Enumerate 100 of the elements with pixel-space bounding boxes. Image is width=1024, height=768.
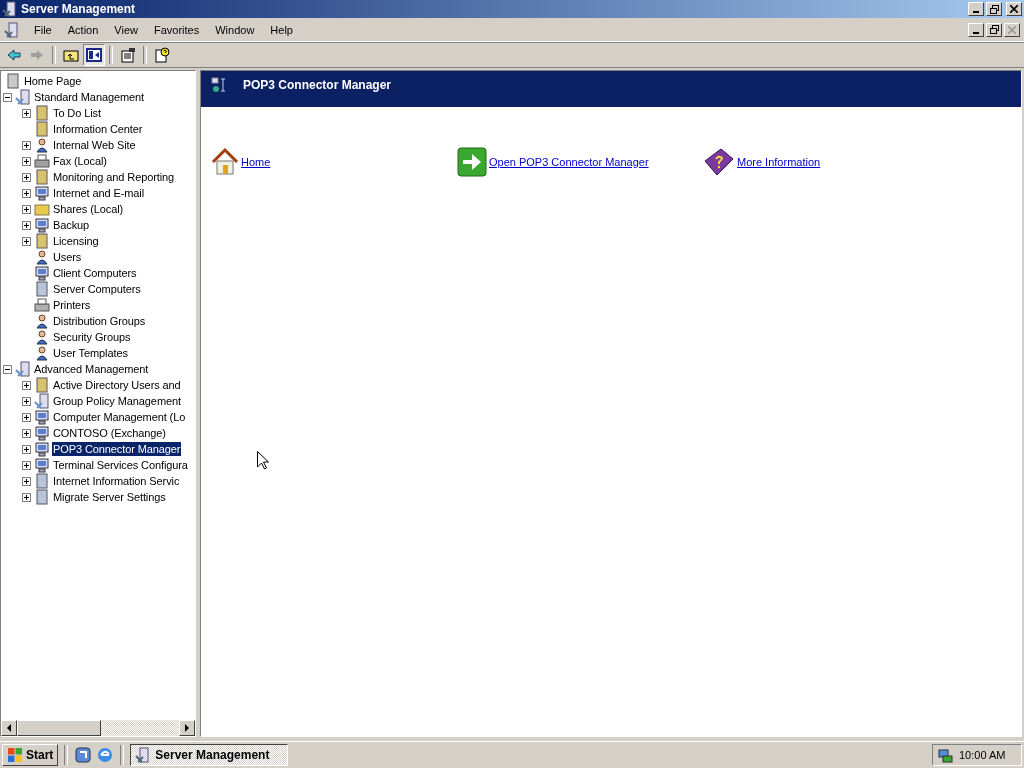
expand-toggle[interactable]: [22, 396, 31, 406]
tree-item[interactable]: Security Groups: [52, 330, 132, 344]
printer-icon: [34, 297, 50, 313]
menu-item[interactable]: Action: [59, 23, 107, 36]
expand-toggle[interactable]: [22, 492, 31, 502]
server-icon: [135, 747, 152, 763]
server-icon: [2, 1, 18, 17]
expand-toggle[interactable]: [22, 204, 31, 214]
computer-icon: [34, 441, 50, 457]
tree-item[interactable]: Fax (Local): [52, 154, 108, 168]
user-icon: [34, 249, 50, 265]
computer-icon: [34, 425, 50, 441]
expand-toggle[interactable]: [22, 108, 31, 118]
tree-item[interactable]: Server Computers: [52, 282, 142, 296]
mouse-cursor-icon: [257, 451, 269, 470]
close-icon: [1008, 25, 1016, 34]
tree-item[interactable]: Advanced Management: [33, 362, 150, 376]
minimize-button[interactable]: [968, 2, 984, 16]
expand-toggle[interactable]: [22, 140, 31, 150]
server-icon: [34, 489, 50, 505]
document-icon: [34, 169, 50, 185]
tree-item[interactable]: Distribution Groups: [52, 314, 147, 328]
minimize-icon: [973, 11, 979, 13]
restore-button[interactable]: [986, 2, 1002, 16]
expand-toggle[interactable]: [22, 476, 31, 486]
expand-toggle[interactable]: [22, 380, 31, 390]
tree-item[interactable]: Information Center: [52, 122, 144, 136]
close-button[interactable]: [1004, 22, 1020, 37]
user-icon: [34, 313, 50, 329]
network-icon[interactable]: [937, 747, 953, 763]
expand-toggle[interactable]: [22, 412, 31, 422]
tree-item[interactable]: Computer Management (Lo: [52, 410, 187, 424]
tree-item[interactable]: Backup: [52, 218, 91, 232]
start-button[interactable]: Start: [2, 744, 59, 766]
tree-item[interactable]: Home Page: [23, 74, 83, 88]
tree-item[interactable]: Migrate Server Settings: [52, 490, 167, 504]
document-icon: [34, 105, 50, 121]
expand-toggle[interactable]: [3, 92, 12, 102]
tree-item[interactable]: Internet and E-mail: [52, 186, 146, 200]
horizontal-scrollbar[interactable]: [1, 720, 195, 736]
restore-icon: [989, 25, 999, 34]
expand-toggle[interactable]: [3, 364, 12, 374]
folder-icon: [34, 201, 50, 217]
menu-item[interactable]: Window: [207, 23, 263, 36]
panel-icon: [86, 47, 102, 63]
expand-toggle[interactable]: [22, 156, 31, 166]
tree-item[interactable]: Internal Web Site: [52, 138, 137, 152]
link[interactable]: Home: [241, 156, 271, 168]
tree-item[interactable]: POP3 Connector Manager: [52, 442, 182, 456]
tree-item[interactable]: Group Policy Management: [52, 394, 182, 408]
menu-item[interactable]: File: [26, 23, 60, 36]
tree-item[interactable]: Licensing: [52, 234, 100, 248]
computer-icon: [34, 457, 50, 473]
tree-item[interactable]: To Do List: [52, 106, 102, 120]
document-icon: [34, 233, 50, 249]
left-arrow-icon[interactable]: [5, 724, 13, 732]
tree-item[interactable]: Active Directory Users and: [52, 378, 182, 392]
document-icon: [34, 121, 50, 137]
show-tree-button[interactable]: [83, 44, 105, 66]
expand-toggle[interactable]: [22, 188, 31, 198]
minimize-icon: [973, 31, 979, 34]
tree-item[interactable]: Printers: [52, 298, 92, 312]
computer-icon: [34, 265, 50, 281]
help-icon: [154, 47, 170, 63]
page-icon: [5, 73, 21, 89]
tree-item[interactable]: Terminal Services Configura: [52, 458, 189, 472]
tree-item[interactable]: CONTOSO (Exchange): [52, 426, 167, 440]
fax-icon: [34, 153, 50, 169]
tree-item[interactable]: Standard Management: [33, 90, 145, 104]
user-icon: [34, 329, 50, 345]
expand-toggle[interactable]: [22, 236, 31, 246]
menu-item[interactable]: Help: [262, 23, 301, 36]
tree-item[interactable]: Shares (Local): [52, 202, 125, 216]
house-icon[interactable]: [211, 148, 239, 176]
tree-item[interactable]: Internet Information Servic: [52, 474, 181, 488]
computer-icon: [34, 409, 50, 425]
tools-icon: [15, 89, 31, 105]
link[interactable]: More Information: [737, 156, 821, 168]
link[interactable]: Open POP3 Connector Manager: [489, 156, 649, 168]
menu-item[interactable]: View: [106, 23, 146, 36]
expand-toggle[interactable]: [22, 460, 31, 470]
tree-item[interactable]: Client Computers: [52, 266, 138, 280]
computer-icon: [34, 217, 50, 233]
server-icon[interactable]: [4, 21, 20, 38]
tree-item[interactable]: User Templates: [52, 346, 129, 360]
taskbar-button[interactable]: Server Management: [130, 744, 289, 766]
close-icon: [1010, 5, 1018, 13]
expand-toggle[interactable]: [22, 444, 31, 454]
tree-item[interactable]: Monitoring and Reporting: [52, 170, 176, 184]
minimize-button[interactable]: [968, 22, 984, 37]
restore-button[interactable]: [986, 22, 1002, 37]
expand-toggle[interactable]: [22, 172, 31, 182]
expand-toggle[interactable]: [22, 220, 31, 230]
menu-item[interactable]: Favorites: [145, 23, 208, 36]
folder-up-icon: [63, 47, 79, 63]
expand-toggle[interactable]: [22, 428, 31, 438]
close-button[interactable]: [1006, 2, 1022, 16]
computer-icon: [34, 185, 50, 201]
tree-item[interactable]: Users: [52, 250, 83, 264]
right-arrow-icon[interactable]: [183, 724, 191, 732]
